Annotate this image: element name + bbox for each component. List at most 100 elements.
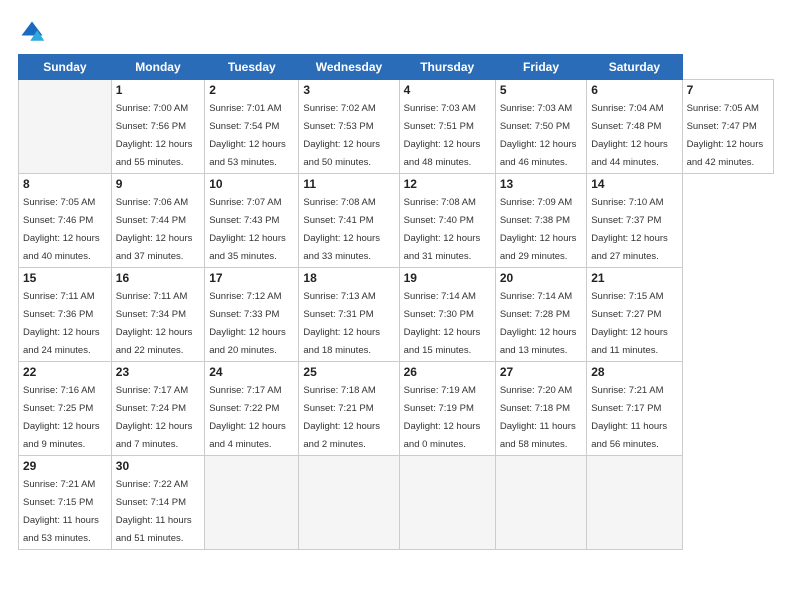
- day-number: 1: [116, 83, 200, 97]
- day-info: Sunrise: 7:11 AMSunset: 7:34 PMDaylight:…: [116, 291, 193, 356]
- logo-icon: [18, 18, 46, 46]
- day-info: Sunrise: 7:03 AMSunset: 7:51 PMDaylight:…: [404, 103, 481, 168]
- table-row: 14 Sunrise: 7:10 AMSunset: 7:37 PMDaylig…: [587, 174, 682, 268]
- table-row: 20 Sunrise: 7:14 AMSunset: 7:28 PMDaylig…: [495, 268, 586, 362]
- day-number: 13: [500, 177, 582, 191]
- day-number: 12: [404, 177, 491, 191]
- day-number: 16: [116, 271, 200, 285]
- calendar-header-friday: Friday: [495, 55, 586, 80]
- day-info: Sunrise: 7:16 AMSunset: 7:25 PMDaylight:…: [23, 385, 100, 450]
- day-number: 15: [23, 271, 107, 285]
- day-number: 7: [687, 83, 769, 97]
- day-info: Sunrise: 7:08 AMSunset: 7:41 PMDaylight:…: [303, 197, 380, 262]
- day-number: 4: [404, 83, 491, 97]
- day-info: Sunrise: 7:21 AMSunset: 7:17 PMDaylight:…: [591, 385, 667, 450]
- table-row: [399, 456, 495, 550]
- table-row: 1 Sunrise: 7:00 AMSunset: 7:56 PMDayligh…: [111, 80, 204, 174]
- day-number: 14: [591, 177, 677, 191]
- table-row: 3 Sunrise: 7:02 AMSunset: 7:53 PMDayligh…: [299, 80, 399, 174]
- day-info: Sunrise: 7:12 AMSunset: 7:33 PMDaylight:…: [209, 291, 286, 356]
- table-row: 7 Sunrise: 7:05 AMSunset: 7:47 PMDayligh…: [682, 80, 773, 174]
- day-number: 21: [591, 271, 677, 285]
- page-header: [18, 18, 774, 46]
- day-number: 30: [116, 459, 200, 473]
- day-info: Sunrise: 7:10 AMSunset: 7:37 PMDaylight:…: [591, 197, 668, 262]
- logo: [18, 18, 50, 46]
- table-row: 21 Sunrise: 7:15 AMSunset: 7:27 PMDaylig…: [587, 268, 682, 362]
- day-info: Sunrise: 7:06 AMSunset: 7:44 PMDaylight:…: [116, 197, 193, 262]
- day-info: Sunrise: 7:09 AMSunset: 7:38 PMDaylight:…: [500, 197, 577, 262]
- day-info: Sunrise: 7:17 AMSunset: 7:22 PMDaylight:…: [209, 385, 286, 450]
- day-number: 26: [404, 365, 491, 379]
- table-row: [495, 456, 586, 550]
- table-row: 25 Sunrise: 7:18 AMSunset: 7:21 PMDaylig…: [299, 362, 399, 456]
- day-info: Sunrise: 7:04 AMSunset: 7:48 PMDaylight:…: [591, 103, 668, 168]
- day-number: 20: [500, 271, 582, 285]
- day-number: 25: [303, 365, 394, 379]
- calendar-header-wednesday: Wednesday: [299, 55, 399, 80]
- table-row: 12 Sunrise: 7:08 AMSunset: 7:40 PMDaylig…: [399, 174, 495, 268]
- day-info: Sunrise: 7:13 AMSunset: 7:31 PMDaylight:…: [303, 291, 380, 356]
- calendar-table: SundayMondayTuesdayWednesdayThursdayFrid…: [18, 54, 774, 550]
- day-info: Sunrise: 7:07 AMSunset: 7:43 PMDaylight:…: [209, 197, 286, 262]
- day-number: 5: [500, 83, 582, 97]
- table-row: 13 Sunrise: 7:09 AMSunset: 7:38 PMDaylig…: [495, 174, 586, 268]
- day-info: Sunrise: 7:02 AMSunset: 7:53 PMDaylight:…: [303, 103, 380, 168]
- calendar-header-tuesday: Tuesday: [205, 55, 299, 80]
- calendar-header-monday: Monday: [111, 55, 204, 80]
- table-row: 9 Sunrise: 7:06 AMSunset: 7:44 PMDayligh…: [111, 174, 204, 268]
- day-info: Sunrise: 7:20 AMSunset: 7:18 PMDaylight:…: [500, 385, 576, 450]
- day-number: 3: [303, 83, 394, 97]
- day-info: Sunrise: 7:14 AMSunset: 7:30 PMDaylight:…: [404, 291, 481, 356]
- table-row: 18 Sunrise: 7:13 AMSunset: 7:31 PMDaylig…: [299, 268, 399, 362]
- day-number: 19: [404, 271, 491, 285]
- day-number: 17: [209, 271, 294, 285]
- day-info: Sunrise: 7:03 AMSunset: 7:50 PMDaylight:…: [500, 103, 577, 168]
- calendar-header-sunday: Sunday: [19, 55, 112, 80]
- table-row: 10 Sunrise: 7:07 AMSunset: 7:43 PMDaylig…: [205, 174, 299, 268]
- table-row: 30 Sunrise: 7:22 AMSunset: 7:14 PMDaylig…: [111, 456, 204, 550]
- day-info: Sunrise: 7:01 AMSunset: 7:54 PMDaylight:…: [209, 103, 286, 168]
- day-number: 11: [303, 177, 394, 191]
- day-info: Sunrise: 7:11 AMSunset: 7:36 PMDaylight:…: [23, 291, 100, 356]
- day-number: 2: [209, 83, 294, 97]
- table-row: [205, 456, 299, 550]
- day-info: Sunrise: 7:14 AMSunset: 7:28 PMDaylight:…: [500, 291, 577, 356]
- table-row: 24 Sunrise: 7:17 AMSunset: 7:22 PMDaylig…: [205, 362, 299, 456]
- day-info: Sunrise: 7:17 AMSunset: 7:24 PMDaylight:…: [116, 385, 193, 450]
- empty-cell: [19, 80, 112, 174]
- day-info: Sunrise: 7:18 AMSunset: 7:21 PMDaylight:…: [303, 385, 380, 450]
- table-row: 28 Sunrise: 7:21 AMSunset: 7:17 PMDaylig…: [587, 362, 682, 456]
- table-row: 15 Sunrise: 7:11 AMSunset: 7:36 PMDaylig…: [19, 268, 112, 362]
- day-info: Sunrise: 7:05 AMSunset: 7:47 PMDaylight:…: [687, 103, 764, 168]
- day-number: 9: [116, 177, 200, 191]
- table-row: 6 Sunrise: 7:04 AMSunset: 7:48 PMDayligh…: [587, 80, 682, 174]
- day-number: 23: [116, 365, 200, 379]
- day-number: 24: [209, 365, 294, 379]
- table-row: 19 Sunrise: 7:14 AMSunset: 7:30 PMDaylig…: [399, 268, 495, 362]
- day-info: Sunrise: 7:08 AMSunset: 7:40 PMDaylight:…: [404, 197, 481, 262]
- table-row: [299, 456, 399, 550]
- table-row: [587, 456, 682, 550]
- table-row: 2 Sunrise: 7:01 AMSunset: 7:54 PMDayligh…: [205, 80, 299, 174]
- day-info: Sunrise: 7:00 AMSunset: 7:56 PMDaylight:…: [116, 103, 193, 168]
- table-row: 29 Sunrise: 7:21 AMSunset: 7:15 PMDaylig…: [19, 456, 112, 550]
- table-row: 5 Sunrise: 7:03 AMSunset: 7:50 PMDayligh…: [495, 80, 586, 174]
- day-number: 8: [23, 177, 107, 191]
- day-info: Sunrise: 7:19 AMSunset: 7:19 PMDaylight:…: [404, 385, 481, 450]
- table-row: 11 Sunrise: 7:08 AMSunset: 7:41 PMDaylig…: [299, 174, 399, 268]
- table-row: 16 Sunrise: 7:11 AMSunset: 7:34 PMDaylig…: [111, 268, 204, 362]
- day-number: 6: [591, 83, 677, 97]
- table-row: 4 Sunrise: 7:03 AMSunset: 7:51 PMDayligh…: [399, 80, 495, 174]
- table-row: 8 Sunrise: 7:05 AMSunset: 7:46 PMDayligh…: [19, 174, 112, 268]
- calendar-header-saturday: Saturday: [587, 55, 682, 80]
- day-number: 10: [209, 177, 294, 191]
- day-info: Sunrise: 7:05 AMSunset: 7:46 PMDaylight:…: [23, 197, 100, 262]
- table-row: 26 Sunrise: 7:19 AMSunset: 7:19 PMDaylig…: [399, 362, 495, 456]
- table-row: 22 Sunrise: 7:16 AMSunset: 7:25 PMDaylig…: [19, 362, 112, 456]
- day-info: Sunrise: 7:15 AMSunset: 7:27 PMDaylight:…: [591, 291, 668, 356]
- day-number: 18: [303, 271, 394, 285]
- day-number: 29: [23, 459, 107, 473]
- day-info: Sunrise: 7:22 AMSunset: 7:14 PMDaylight:…: [116, 479, 192, 544]
- day-number: 22: [23, 365, 107, 379]
